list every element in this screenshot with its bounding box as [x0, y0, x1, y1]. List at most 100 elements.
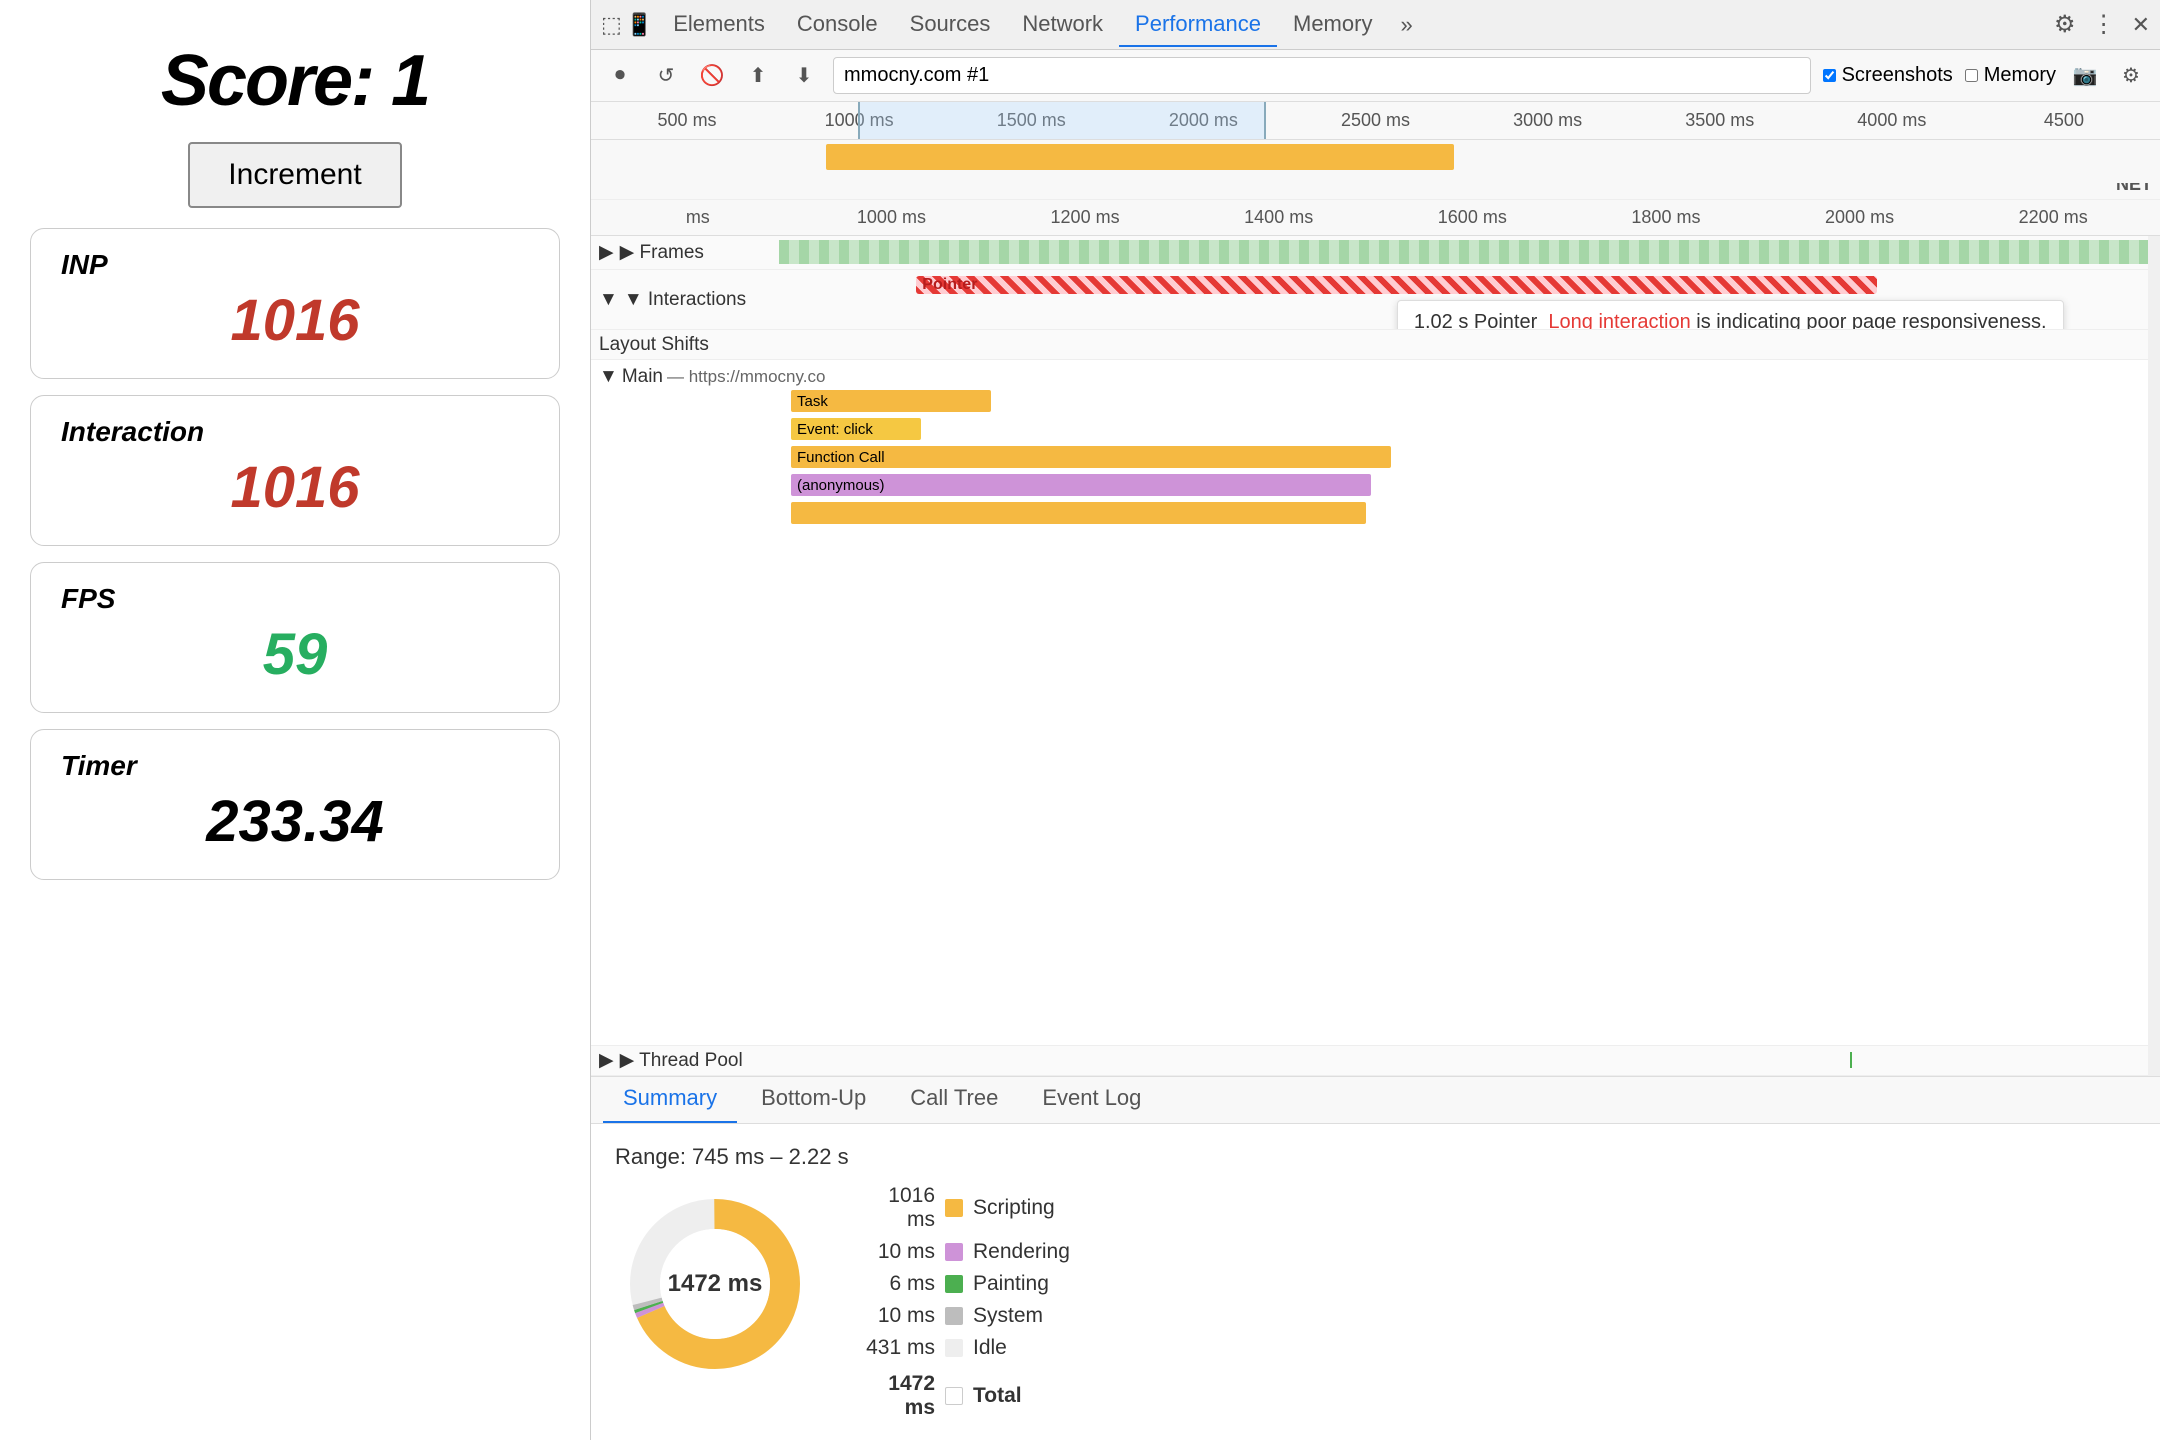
perf-toolbar: ⏺ ↺ 🚫 ⬆ ⬇ Screenshots Memory 📷 ⚙: [591, 50, 2160, 102]
donut-center: 1472 ms: [668, 1270, 763, 1298]
thread-pool-expand-icon[interactable]: ▶: [599, 1049, 614, 1072]
bottom-tab-event-log[interactable]: Event Log: [1022, 1075, 1161, 1123]
donut-chart: 1472 ms: [615, 1184, 815, 1384]
interactions-label: ▼ ▼ Interactions: [599, 289, 779, 311]
legend-label: Idle: [973, 1336, 1007, 1360]
device-icon[interactable]: 📱: [626, 12, 653, 38]
screenshots-checkbox[interactable]: [1823, 69, 1836, 82]
main-thread-url: — https://mmocny.co: [667, 367, 825, 387]
summary-panel: Range: 745 ms – 2.22 s: [591, 1124, 2160, 1440]
frames-expand-icon[interactable]: ▶: [599, 241, 614, 264]
url-input[interactable]: [833, 57, 1811, 94]
metric-value-fps: 59: [61, 621, 529, 688]
bottom-tabs: SummaryBottom-UpCall TreeEvent Log: [591, 1076, 2160, 1124]
cursor-icon[interactable]: ⬚: [601, 12, 622, 38]
bottom-tab-bottom-up[interactable]: Bottom-Up: [741, 1075, 886, 1123]
metric-value-interaction: 1016: [61, 454, 529, 521]
upload-button[interactable]: ⬆: [741, 59, 775, 93]
bottom-tab-summary[interactable]: Summary: [603, 1075, 737, 1123]
task-bar-anonymous[interactable]: (anonymous): [791, 474, 1371, 496]
legend-ms: 10 ms: [855, 1304, 935, 1328]
task-bar-function-call-2[interactable]: [791, 502, 1366, 524]
timeline-ruler-bottom: ms1000 ms1200 ms1400 ms1600 ms1800 ms200…: [591, 200, 2160, 236]
capture-screenshot-button[interactable]: 📷: [2068, 59, 2102, 93]
legend-row-painting: 6 ms Painting: [855, 1272, 1070, 1296]
ruler2-mark: 1800 ms: [1569, 207, 1763, 228]
task-bar-function-call[interactable]: Function Call: [791, 446, 1391, 468]
legend-color-rendering: [945, 1243, 963, 1261]
memory-checkbox-group: Memory: [1965, 64, 2056, 87]
perf-settings-button[interactable]: ⚙: [2114, 59, 2148, 93]
download-button[interactable]: ⬇: [787, 59, 821, 93]
legend-ms: 1016 ms: [855, 1184, 935, 1232]
metric-label-timer: Timer: [61, 750, 529, 782]
main-label: Main: [622, 366, 663, 388]
thread-pool-content: [779, 1046, 2152, 1075]
legend-color-system: [945, 1307, 963, 1325]
bottom-tab-call-tree[interactable]: Call Tree: [890, 1075, 1018, 1123]
ruler2-mark: 1400 ms: [1182, 207, 1376, 228]
clear-button[interactable]: 🚫: [695, 59, 729, 93]
summary-content: 1472 ms 1016 ms Scripting 10 ms Renderin…: [615, 1184, 2136, 1420]
metric-value-timer: 233.34: [61, 788, 529, 855]
devtools-tab-memory[interactable]: Memory: [1277, 3, 1388, 47]
legend-label: Painting: [973, 1272, 1049, 1296]
frames-content: [779, 236, 2152, 269]
ruler2-mark: 1200 ms: [988, 207, 1182, 228]
legend-label: Scripting: [973, 1196, 1055, 1220]
devtools-tab-sources[interactable]: Sources: [894, 3, 1007, 47]
record-button[interactable]: ⏺: [603, 59, 637, 93]
reload-button[interactable]: ↺: [649, 59, 683, 93]
metric-label-inp: INP: [61, 249, 529, 281]
interactions-expand-icon[interactable]: ▼: [599, 289, 618, 311]
more-tabs-button[interactable]: »: [1392, 8, 1420, 42]
legend-row-scripting: 1016 ms Scripting: [855, 1184, 1070, 1232]
metric-label-fps: FPS: [61, 583, 529, 615]
long-interaction-link[interactable]: Long interaction: [1548, 311, 1690, 329]
frames-label: ▶ ▶ Frames: [599, 241, 779, 264]
legend-label: Total: [973, 1384, 1022, 1408]
more-options-icon[interactable]: ⋮: [2092, 10, 2116, 39]
ruler-mark: 4500: [1978, 110, 2150, 131]
ruler-mark: 2000 ms: [1117, 110, 1289, 131]
devtools-tabbar: ⬚ 📱 ElementsConsoleSourcesNetworkPerform…: [591, 0, 2160, 50]
legend-color-total: [945, 1387, 963, 1405]
legend-row-total: 1472 ms Total: [855, 1372, 1070, 1420]
tooltip-header: 1.02 s Pointer Long interaction is indic…: [1414, 311, 2047, 329]
summary-legend: 1016 ms Scripting 10 ms Rendering 6 ms P…: [855, 1184, 1070, 1420]
legend-row-rendering: 10 ms Rendering: [855, 1240, 1070, 1264]
ruler-mark: 2500 ms: [1289, 110, 1461, 131]
main-expand-icon[interactable]: ▼: [599, 366, 618, 388]
score-title: Score: 1: [161, 40, 429, 122]
settings-icon[interactable]: ⚙: [2054, 10, 2076, 39]
thread-pool-label: ▶ ▶ Thread Pool: [599, 1049, 779, 1072]
devtools-tab-console[interactable]: Console: [781, 3, 894, 47]
ruler-mark: 1500 ms: [945, 110, 1117, 131]
legend-label: Rendering: [973, 1240, 1070, 1264]
ruler-mark: 500 ms: [601, 110, 773, 131]
increment-button[interactable]: Increment: [188, 142, 401, 208]
devtools-tab-elements[interactable]: Elements: [657, 3, 781, 47]
cpu-net-rows: CPU NET: [591, 140, 2160, 200]
close-icon[interactable]: ✕: [2132, 12, 2150, 38]
devtools-tab-network[interactable]: Network: [1006, 3, 1119, 47]
ruler2-mark: 2200 ms: [1956, 207, 2150, 228]
task-bar-task[interactable]: Task: [791, 390, 991, 412]
memory-label: Memory: [1984, 64, 2056, 87]
range-text: Range: 745 ms – 2.22 s: [615, 1144, 2136, 1170]
metric-value-inp: 1016: [61, 287, 529, 354]
devtools-tab-performance[interactable]: Performance: [1119, 3, 1277, 47]
tracks-scrollbar[interactable]: [2148, 236, 2160, 1076]
tracks-area: ▶ ▶ Frames ▼ ▼ Interactions Pointer 1.02: [591, 236, 2160, 1076]
ruler2-mark: ms: [601, 207, 795, 228]
screenshots-checkbox-group: Screenshots: [1823, 64, 1953, 87]
interaction-tooltip: 1.02 s Pointer Long interaction is indic…: [1397, 300, 2064, 329]
pointer-bar[interactable]: Pointer: [916, 276, 1877, 294]
net-row: [591, 183, 2160, 199]
ruler2-mark: 1600 ms: [1376, 207, 1570, 228]
task-bar-event-click[interactable]: Event: click: [791, 418, 921, 440]
metric-card-inp: INP 1016: [30, 228, 560, 379]
layout-shifts-content: [779, 330, 2152, 359]
left-panel: Score: 1 Increment INP 1016 Interaction …: [0, 0, 590, 1440]
memory-checkbox[interactable]: [1965, 69, 1978, 82]
